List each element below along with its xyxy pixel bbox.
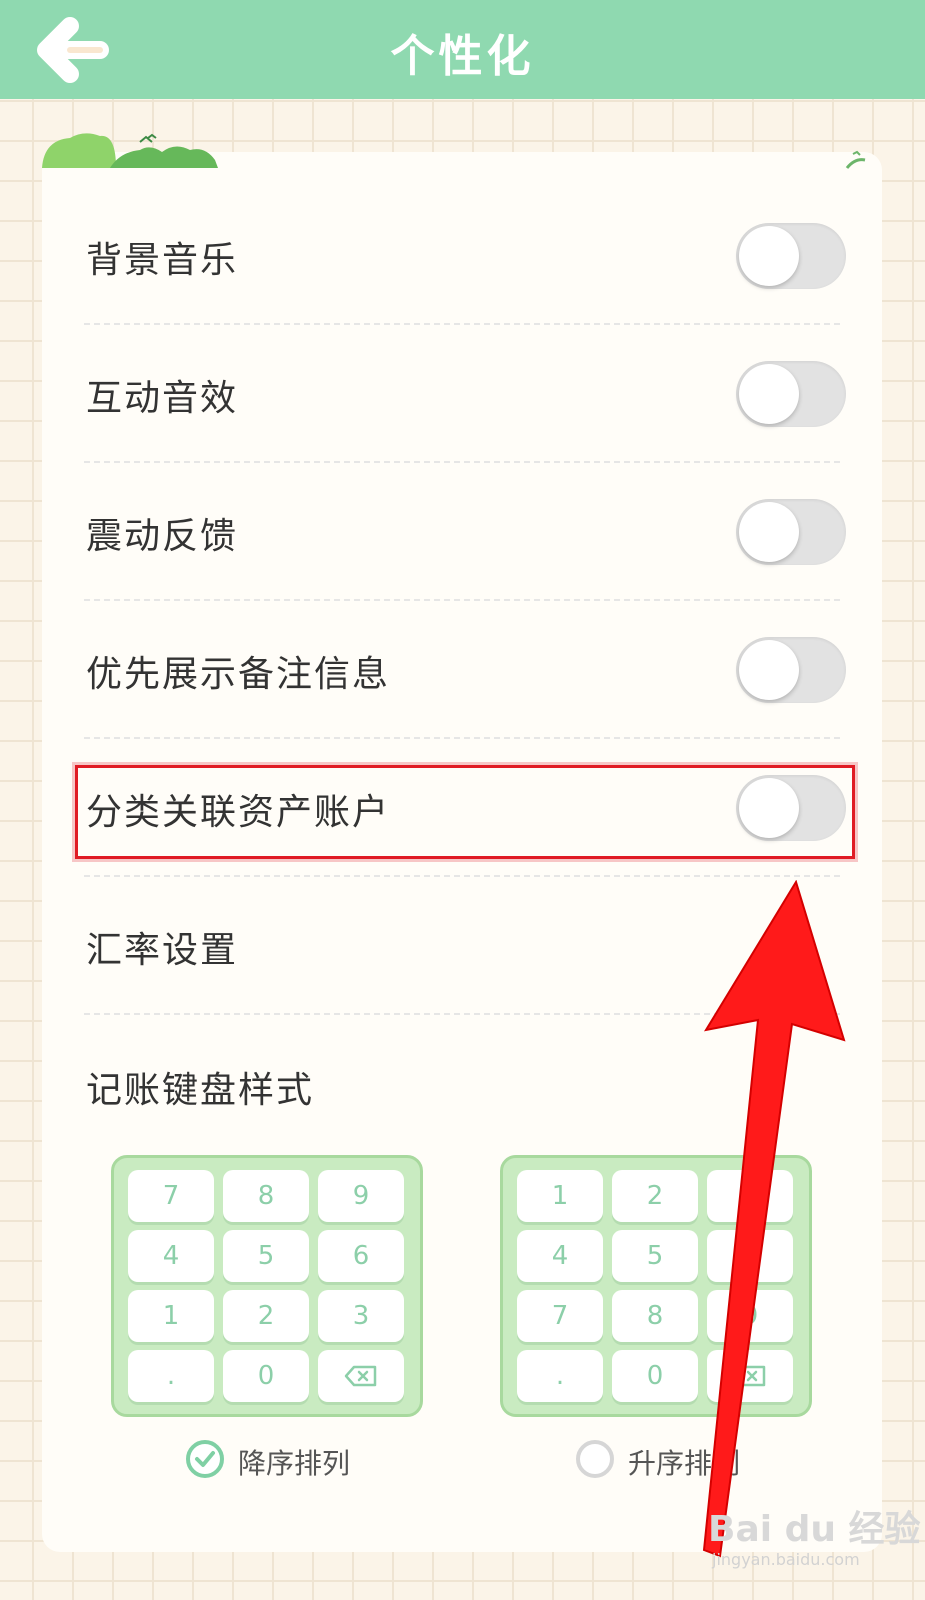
- interactive-sound-toggle[interactable]: [736, 361, 846, 427]
- setting-label: 互动音效: [86, 378, 239, 419]
- keyboard-key: 0: [223, 1350, 309, 1402]
- keyboard-key: 1: [128, 1290, 214, 1342]
- setting-label: 汇率设置: [86, 930, 239, 971]
- toggle-knob: [739, 226, 799, 286]
- show-notes-toggle[interactable]: [736, 637, 846, 703]
- setting-row-vibration: 震动反馈: [42, 463, 882, 601]
- keyboard-key: 8: [223, 1170, 309, 1222]
- toggle-knob: [739, 640, 799, 700]
- keyboard-key: .: [128, 1350, 214, 1402]
- keyboard-key: 9: [318, 1170, 404, 1222]
- radio-unchecked-icon: [576, 1440, 614, 1478]
- setting-label: 背景音乐: [86, 240, 239, 281]
- red-arrow-annotation-icon: [702, 880, 846, 1558]
- keyboard-key: 1: [517, 1170, 603, 1222]
- keyboard-key: 3: [318, 1290, 404, 1342]
- keyboard-key: 5: [612, 1230, 698, 1282]
- leaf-decoration-icon: [845, 150, 866, 169]
- header-bar: 个性化: [0, 0, 925, 99]
- keyboard-key: 4: [517, 1230, 603, 1282]
- setting-label: 记账键盘样式: [86, 1070, 315, 1111]
- radio-checked-icon: [186, 1440, 224, 1478]
- keyboard-key: .: [517, 1350, 603, 1402]
- toggle-knob: [739, 502, 799, 562]
- page-title: 个性化: [390, 31, 535, 82]
- keyboard-key: 5: [223, 1230, 309, 1282]
- setting-row-interactive-sound: 互动音效: [42, 325, 882, 463]
- keyboard-key: 4: [128, 1230, 214, 1282]
- keyboard-key: 2: [223, 1290, 309, 1342]
- keyboard-key: 2: [612, 1170, 698, 1222]
- setting-row-show-notes: 优先展示备注信息: [42, 601, 882, 739]
- keyboard-key: 6: [318, 1230, 404, 1282]
- watermark-url: jingyan.baidu.com: [712, 1550, 860, 1569]
- keyboard-style-descending[interactable]: 789 456 123.0: [111, 1155, 423, 1417]
- watermark-logo: Bai du 经验: [708, 1509, 921, 1550]
- highlight-box: [75, 765, 855, 859]
- setting-row-background-music: 背景音乐: [42, 187, 882, 325]
- keyboard-key: 7: [517, 1290, 603, 1342]
- toggle-knob: [739, 364, 799, 424]
- background-music-toggle[interactable]: [736, 223, 846, 289]
- backspace-key-icon: [318, 1350, 404, 1402]
- keyboard-key: 8: [612, 1290, 698, 1342]
- keyboard-key: 7: [128, 1170, 214, 1222]
- setting-label: 震动反馈: [86, 516, 239, 557]
- hills-decoration-icon: [42, 133, 218, 168]
- keyboard-key: 0: [612, 1350, 698, 1402]
- setting-label: 优先展示备注信息: [86, 654, 391, 695]
- radio-label: 降序排列: [238, 1447, 351, 1480]
- vibration-toggle[interactable]: [736, 499, 846, 565]
